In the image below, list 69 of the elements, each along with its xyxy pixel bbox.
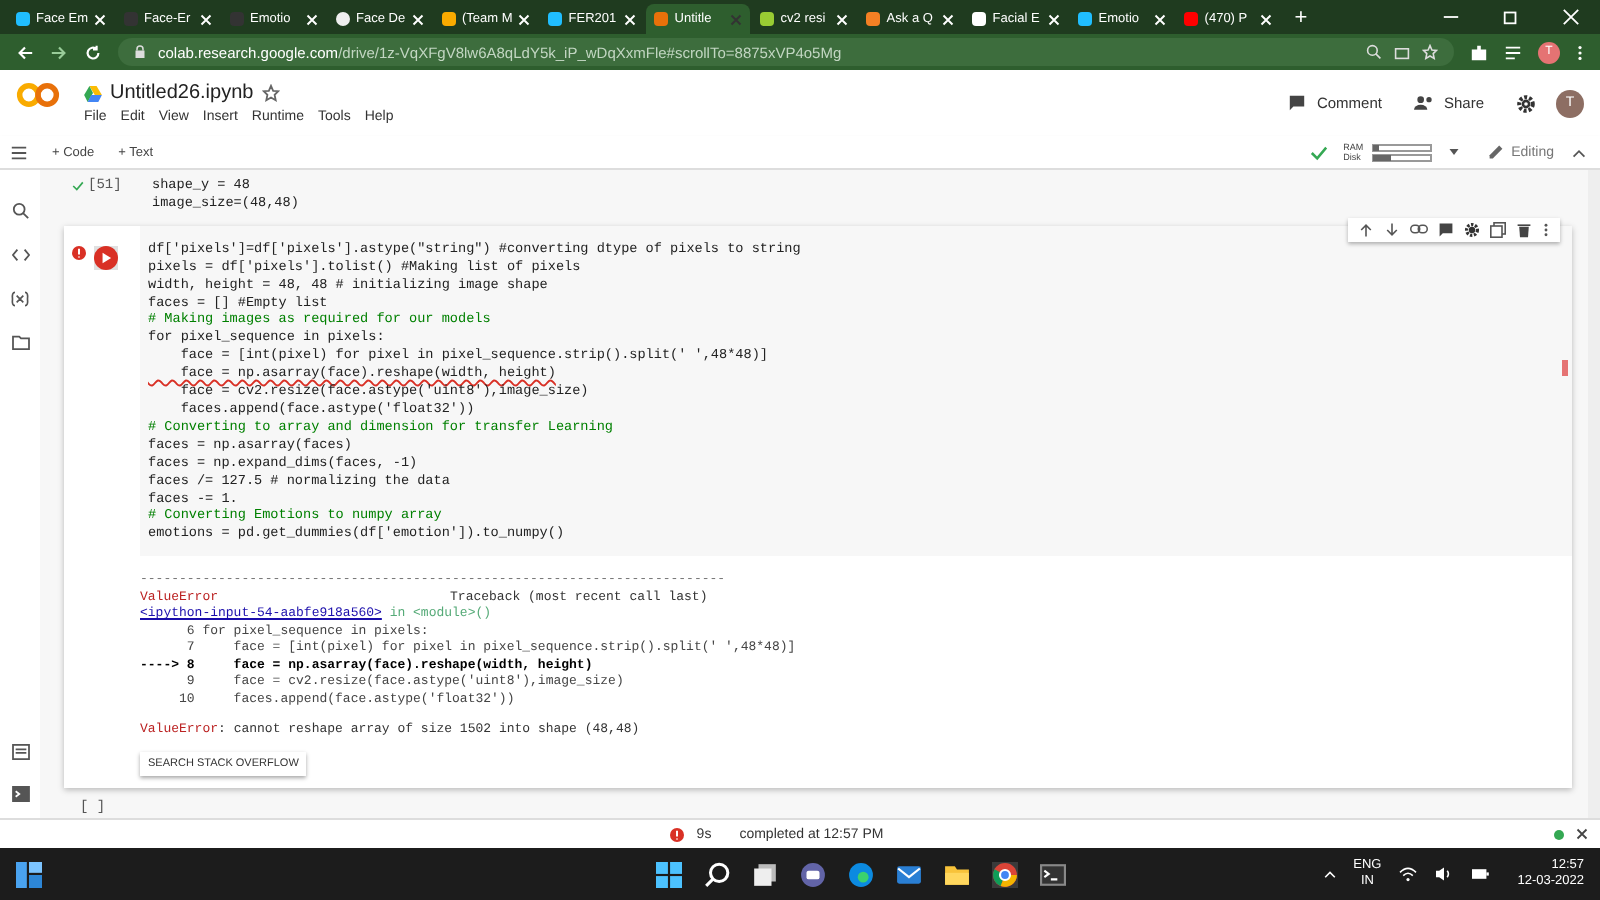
comment-icon[interactable] — [1438, 221, 1454, 238]
tab-favicon-icon — [654, 12, 669, 26]
pencil-icon — [1487, 144, 1504, 160]
search-icon[interactable] — [11, 202, 29, 220]
restore-icon[interactable] — [1502, 8, 1520, 26]
folder-icon[interactable] — [944, 861, 971, 887]
check-icon — [72, 180, 84, 192]
star-icon[interactable] — [261, 84, 280, 102]
settings-icon[interactable] — [1464, 221, 1480, 238]
mirror-cell-icon[interactable] — [1490, 221, 1506, 238]
tab-favicon-icon — [760, 12, 775, 26]
edge-icon[interactable] — [848, 861, 875, 887]
chevron-up-icon[interactable] — [1321, 866, 1338, 882]
back-icon[interactable] — [16, 43, 34, 61]
speaker-icon[interactable] — [1433, 866, 1454, 882]
code-icon[interactable] — [11, 246, 29, 264]
colab-logo-icon[interactable] — [16, 82, 60, 108]
move-down-icon[interactable] — [1384, 221, 1400, 238]
chat-icon[interactable] — [800, 861, 827, 887]
tab-favicon-icon — [442, 12, 457, 26]
zoom-icon[interactable] — [1366, 44, 1382, 60]
menu-icon[interactable] — [10, 143, 28, 161]
reload-icon[interactable] — [84, 43, 102, 61]
drive-icon — [84, 85, 102, 101]
widgets-icon[interactable] — [16, 861, 42, 887]
tab-favicon-icon — [1184, 12, 1199, 26]
people-icon — [1413, 94, 1434, 112]
tab-favicon-icon — [866, 12, 881, 26]
battery-icon[interactable] — [1469, 866, 1490, 882]
new-tab-button[interactable]: + — [1294, 5, 1308, 29]
disk-meter-icon — [1371, 153, 1432, 161]
check-icon — [1309, 143, 1328, 161]
playlist-icon[interactable] — [1504, 43, 1522, 61]
wifi-icon[interactable] — [1397, 866, 1418, 882]
windows-start-icon[interactable] — [656, 861, 683, 887]
mail-icon[interactable] — [896, 861, 923, 887]
error-icon — [72, 245, 86, 260]
settings-icon[interactable] — [1516, 93, 1536, 113]
snippets-icon[interactable] — [11, 744, 29, 760]
terminal-icon[interactable] — [1040, 861, 1067, 887]
error-marker — [1562, 359, 1568, 376]
task-view-icon[interactable] — [752, 861, 779, 887]
move-up-icon[interactable] — [1358, 221, 1374, 238]
search-icon[interactable] — [704, 861, 731, 887]
tab-favicon-icon — [16, 12, 30, 26]
connected-dot-icon — [1554, 829, 1564, 839]
puzzle-icon[interactable] — [1470, 43, 1488, 61]
tab-favicon-icon — [336, 12, 351, 26]
delete-icon[interactable] — [1516, 221, 1532, 238]
close-icon[interactable] — [1576, 828, 1588, 840]
tab-favicon-icon — [548, 12, 563, 26]
link-icon[interactable] — [1410, 222, 1428, 237]
notebook-title[interactable]: Untitled26.ipynb — [110, 82, 254, 104]
share-icon[interactable] — [1394, 44, 1410, 60]
chrome-icon[interactable] — [992, 861, 1019, 887]
folder-icon[interactable] — [11, 334, 29, 350]
forward-icon[interactable] — [50, 43, 68, 61]
tab-favicon-icon — [972, 12, 987, 26]
ram-meter-icon — [1371, 143, 1432, 151]
lock-icon — [134, 44, 146, 60]
tab-favicon-icon — [1078, 12, 1093, 26]
dropdown-caret-icon[interactable] — [1447, 146, 1460, 158]
variables-icon[interactable] — [10, 290, 30, 308]
more-icon[interactable] — [1576, 43, 1584, 61]
error-icon — [670, 827, 685, 841]
more-icon[interactable] — [1542, 221, 1550, 238]
run-button-icon[interactable] — [94, 245, 118, 270]
comment-icon — [1288, 94, 1307, 112]
terminal-icon[interactable] — [11, 786, 29, 802]
